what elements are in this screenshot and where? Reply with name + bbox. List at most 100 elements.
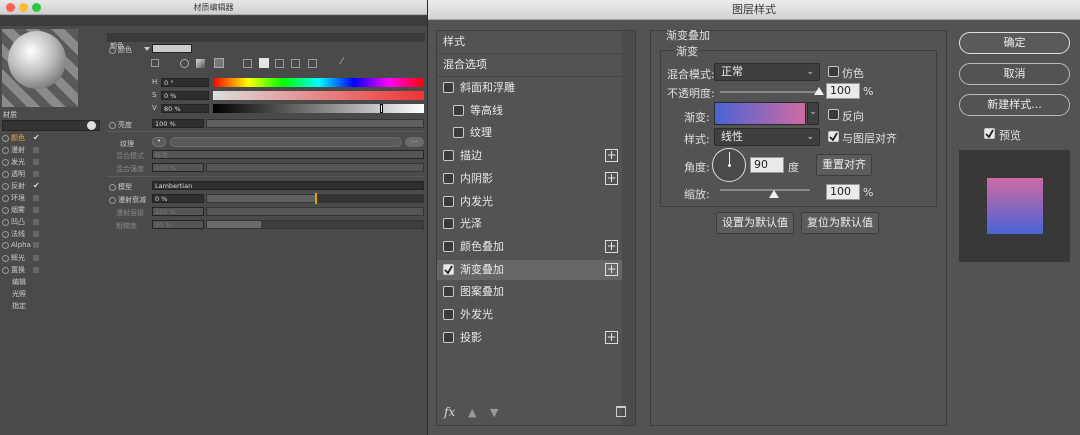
hsv-icon[interactable] xyxy=(259,58,269,68)
texture-browse-button[interactable]: ... xyxy=(405,137,424,147)
mixer-icon[interactable] xyxy=(291,59,300,68)
kelvin-icon[interactable] xyxy=(275,59,284,68)
style-item[interactable]: 内发光 xyxy=(437,192,622,212)
diffuse-level-field[interactable]: 100 % xyxy=(152,207,204,216)
swatches-icon[interactable] xyxy=(308,59,317,68)
angle-dial[interactable] xyxy=(712,148,746,182)
rgb-icon[interactable] xyxy=(243,59,252,68)
style-item[interactable]: 描边 + xyxy=(437,146,622,166)
style-item[interactable]: 斜面和浮雕 xyxy=(437,78,622,98)
move-down-icon[interactable]: ▼ xyxy=(490,406,498,419)
reset-default-button[interactable]: 复位为默认值 xyxy=(801,212,879,234)
check-icon[interactable]: ✔ xyxy=(33,133,40,142)
style-checkbox[interactable] xyxy=(443,240,454,252)
align-checkbox[interactable] xyxy=(828,131,839,142)
checkbox-icon[interactable] xyxy=(33,219,39,225)
channel-item[interactable]: 环境 xyxy=(2,193,39,203)
gradient-swatch[interactable] xyxy=(714,102,806,125)
close-icon[interactable] xyxy=(6,3,15,12)
checkbox-icon[interactable] xyxy=(33,159,39,165)
value-slider[interactable] xyxy=(213,104,424,113)
blend-options-item[interactable]: 混合选项 xyxy=(443,55,628,75)
style-item[interactable]: 纹理 xyxy=(437,123,622,143)
new-style-button[interactable]: 新建样式... xyxy=(959,94,1070,116)
opacity-input[interactable]: 100 xyxy=(826,83,860,99)
style-checkbox[interactable] xyxy=(443,195,454,207)
checkbox-icon[interactable] xyxy=(33,255,39,261)
scale-slider[interactable] xyxy=(720,189,810,191)
style-item[interactable]: 颜色叠加 + xyxy=(437,237,622,257)
minimize-icon[interactable] xyxy=(19,3,28,12)
material-name-field[interactable] xyxy=(2,120,100,131)
hsv-field[interactable]: 0 % xyxy=(161,91,209,100)
opacity-slider-thumb[interactable] xyxy=(814,87,824,95)
channel-item[interactable]: 置换 xyxy=(2,265,39,275)
checkbox-icon[interactable] xyxy=(33,242,39,248)
style-checkbox[interactable] xyxy=(443,172,454,184)
scale-input[interactable]: 100 xyxy=(826,184,860,200)
blend-mode-select[interactable]: 正常 ⌄ xyxy=(714,63,820,81)
diffuse-level-slider[interactable] xyxy=(206,207,424,216)
style-checkbox[interactable] xyxy=(453,104,464,116)
style-checkbox[interactable] xyxy=(443,263,454,275)
checkbox-icon[interactable] xyxy=(33,267,39,273)
spectrum-icon[interactable] xyxy=(196,59,205,68)
ok-button[interactable]: 确定 xyxy=(959,32,1070,54)
style-item[interactable]: 渐变叠加 + xyxy=(437,259,622,280)
add-icon[interactable]: + xyxy=(605,262,618,276)
reset-align-button[interactable]: 重置对齐 xyxy=(816,154,872,176)
reverse-checkbox[interactable] xyxy=(828,109,839,120)
chevron-down-icon[interactable] xyxy=(144,47,150,51)
brightness-slider[interactable] xyxy=(206,119,424,128)
opacity-slider[interactable] xyxy=(720,91,819,93)
roughness-slider[interactable] xyxy=(206,220,424,229)
checkbox-icon[interactable] xyxy=(33,147,39,153)
saturation-slider[interactable] xyxy=(213,91,424,100)
style-checkbox[interactable] xyxy=(443,309,454,320)
styles-scrollbar[interactable] xyxy=(622,31,635,425)
check-icon[interactable]: ✔ xyxy=(33,181,40,190)
channel-item[interactable]: Alpha xyxy=(2,241,39,249)
color-square-icon[interactable] xyxy=(151,59,159,67)
channel-item[interactable]: 透明 xyxy=(2,169,39,179)
channel-extra-item[interactable]: 编辑 xyxy=(12,277,26,287)
zoom-icon[interactable] xyxy=(32,3,41,12)
diffuse-falloff-field[interactable]: 0 % xyxy=(152,194,204,203)
checkbox-icon[interactable] xyxy=(33,231,39,237)
roughness-field[interactable]: 50 % xyxy=(152,220,204,229)
move-up-icon[interactable]: ▲ xyxy=(468,406,476,419)
image-icon[interactable] xyxy=(214,58,224,68)
preview-checkbox[interactable] xyxy=(984,128,995,139)
style-checkbox[interactable] xyxy=(443,286,454,298)
chevron-down-icon[interactable]: ⌄ xyxy=(807,102,819,125)
style-checkbox[interactable] xyxy=(443,331,454,343)
channel-item[interactable]: 反射 ✔ xyxy=(2,181,40,191)
channel-extra-item[interactable]: 指定 xyxy=(12,301,26,311)
trash-icon[interactable] xyxy=(616,406,626,417)
cancel-button[interactable]: 取消 xyxy=(959,63,1070,85)
mix-strength-slider[interactable] xyxy=(206,163,424,172)
channel-item[interactable]: 颜色 ✔ xyxy=(2,133,40,143)
style-item[interactable]: 内阴影 + xyxy=(437,169,622,189)
channel-item[interactable]: 漫射 xyxy=(2,145,39,155)
mix-mode-select[interactable]: 标准 xyxy=(152,150,424,159)
add-icon[interactable]: + xyxy=(605,171,618,185)
fx-icon[interactable]: fx xyxy=(444,405,455,419)
style-item[interactable]: 外发光 xyxy=(437,305,622,325)
style-checkbox[interactable] xyxy=(443,218,454,230)
hsv-field[interactable]: 0 ° xyxy=(161,78,209,87)
eyedropper-icon[interactable]: ⁄ xyxy=(341,57,343,67)
add-icon[interactable]: + xyxy=(605,149,618,163)
texture-field[interactable] xyxy=(170,137,402,147)
hue-slider[interactable] xyxy=(213,78,424,87)
model-select[interactable]: Lambertian xyxy=(152,181,424,190)
add-icon[interactable]: + xyxy=(605,239,618,253)
edit-icon[interactable] xyxy=(87,121,96,130)
mix-strength-field[interactable]: 100 % xyxy=(152,163,204,172)
dither-checkbox[interactable] xyxy=(828,66,839,77)
set-default-button[interactable]: 设置为默认值 xyxy=(716,212,794,234)
color-swatch[interactable] xyxy=(152,44,192,53)
channel-item[interactable]: 凹凸 xyxy=(2,217,39,227)
angle-input[interactable]: 90 xyxy=(750,157,784,173)
brightness-field[interactable]: 100 % xyxy=(152,119,204,128)
